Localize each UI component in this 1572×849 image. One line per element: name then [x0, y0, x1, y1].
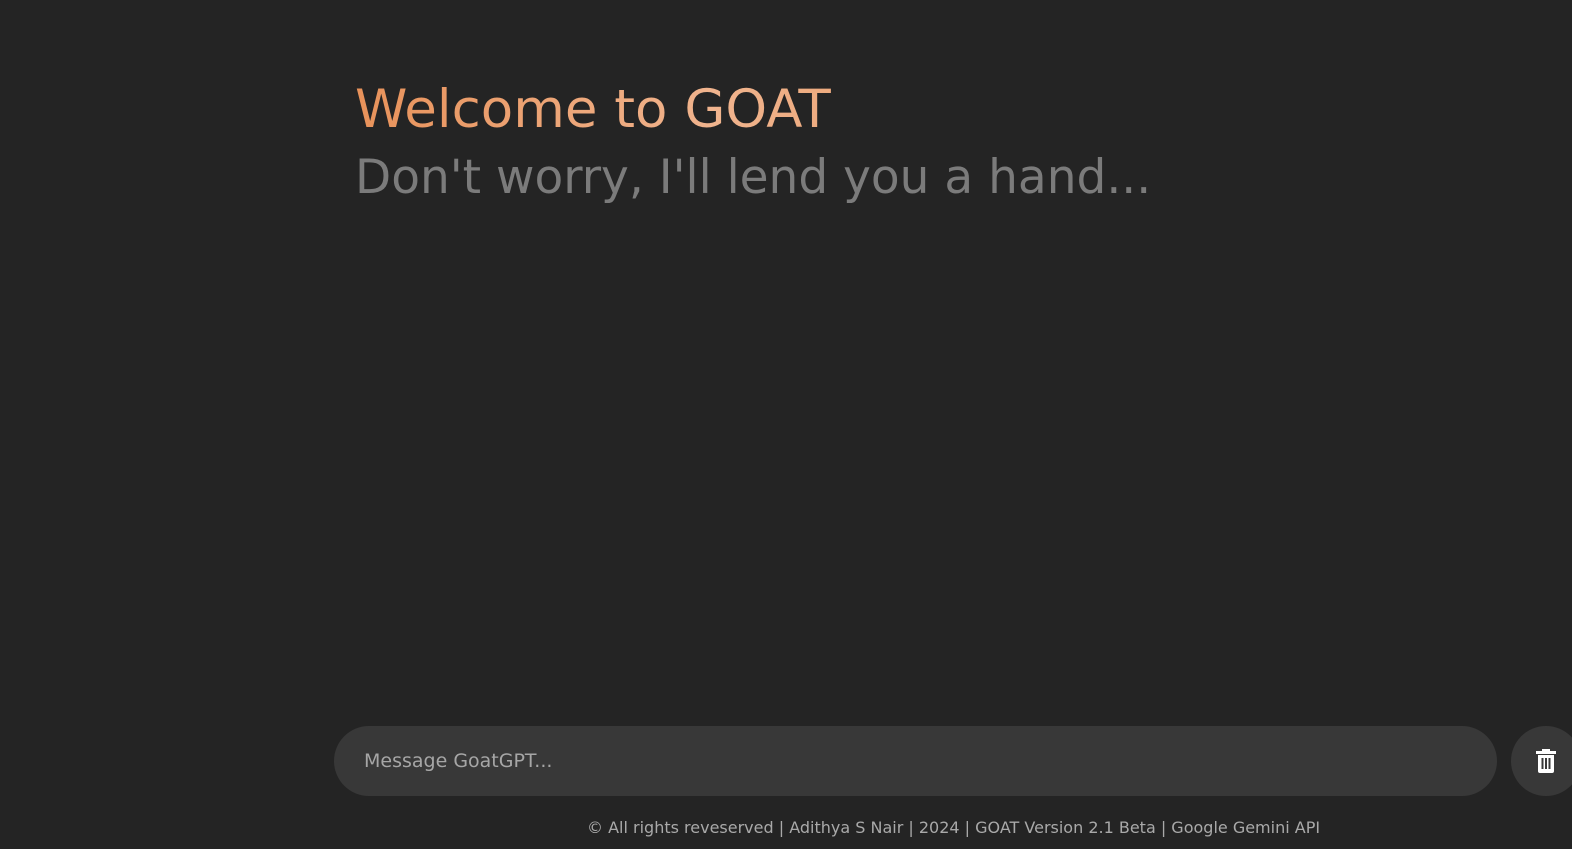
message-input[interactable]: [364, 726, 1464, 796]
welcome-subtitle: Don't worry, I'll lend you a hand...: [355, 150, 1152, 205]
footer-text: © All rights reveserved | Adithya S Nair…: [587, 818, 1321, 837]
welcome-section: Welcome to GOAT Don't worry, I'll lend y…: [355, 78, 1151, 208]
welcome-title: Welcome to GOAT: [355, 78, 1151, 142]
trash-icon: [1536, 749, 1556, 773]
delete-chat-button[interactable]: [1511, 726, 1572, 796]
chat-page: Welcome to GOAT Don't worry, I'll lend y…: [0, 0, 1572, 849]
message-composer: [334, 726, 1497, 796]
